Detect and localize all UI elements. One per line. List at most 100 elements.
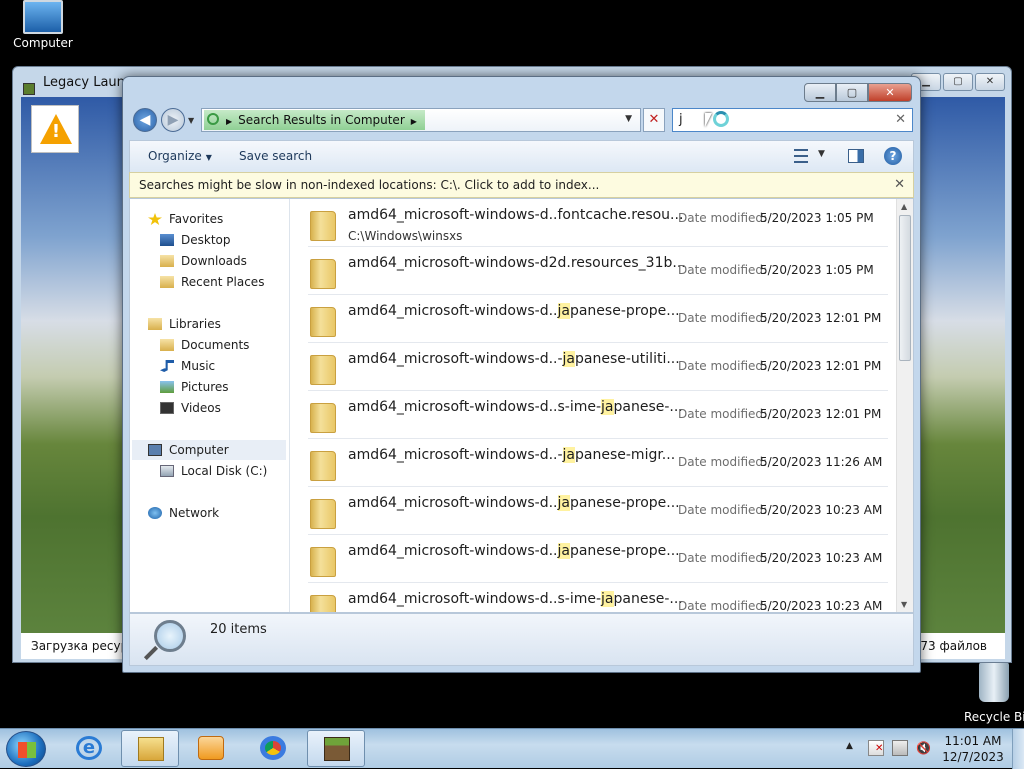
computer-icon bbox=[148, 444, 162, 456]
show-desktop-button[interactable] bbox=[1012, 729, 1024, 769]
clear-search-icon[interactable]: ✕ bbox=[895, 109, 906, 131]
folder-icon bbox=[310, 595, 336, 612]
folder-icon bbox=[310, 259, 336, 289]
date-modified-label: Date modified: bbox=[678, 311, 768, 325]
result-row[interactable]: amd64_microsoft-windows-d..japanese-prop… bbox=[308, 535, 888, 583]
date-modified-label: Date modified: bbox=[678, 599, 768, 612]
recycle-bin-label: Recycle Bin bbox=[964, 710, 1024, 724]
launcher-app-icon bbox=[23, 83, 35, 95]
start-button[interactable] bbox=[6, 731, 46, 767]
search-results-list: amd64_microsoft-windows-d..fontcache.res… bbox=[308, 199, 888, 612]
minecraft-icon bbox=[324, 737, 350, 761]
result-row[interactable]: amd64_microsoft-windows-d..fontcache.res… bbox=[308, 199, 888, 247]
desktop-recycle-bin[interactable]: Recycle Bin bbox=[964, 662, 1024, 724]
result-row[interactable]: amd64_microsoft-windows-d..s-ime-japanes… bbox=[308, 391, 888, 439]
nav-libraries[interactable]: Libraries bbox=[148, 314, 221, 334]
stop-search-button[interactable]: ✕ bbox=[643, 108, 665, 132]
date-modified-value: 5/20/2023 10:23 AM bbox=[760, 503, 883, 517]
taskbar-internet-explorer[interactable]: e bbox=[60, 730, 118, 767]
view-dropdown-icon[interactable]: ▼ bbox=[818, 149, 825, 159]
action-center-icon[interactable] bbox=[868, 740, 884, 756]
scroll-thumb[interactable] bbox=[899, 215, 911, 361]
date-modified-value: 5/20/2023 12:01 PM bbox=[760, 359, 882, 373]
taskbar-media-player[interactable] bbox=[182, 730, 240, 767]
taskbar-windows-explorer[interactable] bbox=[121, 730, 179, 767]
result-row[interactable]: amd64_microsoft-windows-d..s-ime-japanes… bbox=[308, 583, 888, 612]
nav-pictures[interactable]: Pictures bbox=[160, 377, 229, 397]
nav-documents[interactable]: Documents bbox=[160, 335, 249, 355]
nav-music[interactable]: Music bbox=[160, 356, 215, 376]
result-row[interactable]: amd64_microsoft-windows-d..-japanese-mig… bbox=[308, 439, 888, 487]
help-icon[interactable]: ? bbox=[884, 147, 902, 165]
minimize-button[interactable]: ▁ bbox=[804, 83, 836, 102]
nav-desktop[interactable]: Desktop bbox=[160, 230, 231, 250]
result-row[interactable]: amd64_microsoft-windows-d2d.resources_31… bbox=[308, 247, 888, 295]
item-count: 20 items bbox=[210, 622, 267, 637]
date-modified-label: Date modified: bbox=[678, 503, 768, 517]
change-view-icon[interactable] bbox=[794, 149, 808, 163]
close-button[interactable]: ✕ bbox=[868, 83, 912, 102]
documents-icon bbox=[160, 339, 174, 351]
close-info-bar-icon[interactable]: ✕ bbox=[894, 173, 905, 197]
nav-computer[interactable]: Computer bbox=[132, 440, 286, 460]
nav-local-disk[interactable]: Local Disk (C:) bbox=[160, 461, 267, 481]
vertical-scrollbar[interactable]: ▲ ▼ bbox=[896, 199, 913, 612]
busy-spinner-icon bbox=[713, 111, 729, 127]
index-info-bar[interactable]: Searches might be slow in non-indexed lo… bbox=[129, 172, 914, 198]
desktop-computer-icon[interactable]: Computer bbox=[10, 0, 76, 50]
star-icon bbox=[148, 213, 162, 225]
organize-button[interactable]: Organize ▼ bbox=[148, 149, 212, 163]
save-search-button[interactable]: Save search bbox=[239, 149, 312, 163]
search-input[interactable]: j ✕ bbox=[672, 108, 913, 132]
address-dropdown-icon[interactable]: ▼ bbox=[625, 114, 632, 124]
date-modified-value: 5/20/2023 10:23 AM bbox=[760, 551, 883, 565]
folder-icon bbox=[310, 307, 336, 337]
maximize-button[interactable]: ▢ bbox=[836, 83, 868, 102]
pictures-icon bbox=[160, 381, 174, 393]
launcher-close-button[interactable]: ✕ bbox=[975, 73, 1005, 91]
computer-icon bbox=[23, 0, 63, 34]
forward-button[interactable]: ▶ bbox=[161, 108, 185, 132]
nav-favorites[interactable]: Favorites bbox=[148, 209, 223, 229]
nav-recent-places[interactable]: Recent Places bbox=[160, 272, 264, 292]
folder-icon bbox=[310, 211, 336, 241]
network-status-icon[interactable] bbox=[892, 740, 908, 756]
breadcrumb-arrow-icon[interactable]: ▶ bbox=[411, 117, 417, 126]
result-name: amd64_microsoft-windows-d..japanese-prop… bbox=[348, 543, 680, 559]
result-name: amd64_microsoft-windows-d..japanese-prop… bbox=[348, 303, 680, 319]
launcher-warning[interactable]: ! bbox=[31, 105, 79, 153]
breadcrumb-arrow-icon[interactable]: ▶ bbox=[226, 117, 232, 126]
folder-icon bbox=[310, 355, 336, 385]
result-name: amd64_microsoft-windows-d..-japanese-uti… bbox=[348, 351, 680, 367]
nav-network[interactable]: Network bbox=[148, 503, 219, 523]
show-hidden-icons-icon[interactable]: ▲ bbox=[846, 741, 853, 751]
preview-pane-icon[interactable] bbox=[848, 149, 864, 163]
details-pane: 20 items bbox=[129, 613, 914, 666]
back-button[interactable]: ◀ bbox=[133, 108, 157, 132]
nav-downloads[interactable]: Downloads bbox=[160, 251, 247, 271]
clock[interactable]: 11:01 AM 12/7/2023 bbox=[938, 733, 1008, 765]
mouse-cursor-icon bbox=[705, 113, 712, 127]
result-row[interactable]: amd64_microsoft-windows-d..japanese-prop… bbox=[308, 487, 888, 535]
volume-muted-icon[interactable]: 🔇 bbox=[916, 740, 932, 756]
scroll-up-icon[interactable]: ▲ bbox=[901, 202, 907, 211]
result-name: amd64_microsoft-windows-d..japanese-prop… bbox=[348, 495, 680, 511]
result-row[interactable]: amd64_microsoft-windows-d..japanese-prop… bbox=[308, 295, 888, 343]
explorer-window[interactable]: ▁ ▢ ✕ ◀ ▶ ▼ ▶ Search Results in Computer ▶… bbox=[122, 76, 921, 673]
launcher-maximize-button[interactable]: ▢ bbox=[943, 73, 973, 91]
nav-videos[interactable]: Videos bbox=[160, 398, 221, 418]
address-bar[interactable]: ▶ Search Results in Computer ▶ ▼ bbox=[201, 108, 641, 132]
result-row[interactable]: amd64_microsoft-windows-d..-japanese-uti… bbox=[308, 343, 888, 391]
taskbar-minecraft-launcher[interactable] bbox=[307, 730, 365, 767]
navigation-pane: Favorites Desktop Downloads Recent Place… bbox=[130, 199, 290, 612]
date-modified-value: 5/20/2023 11:26 AM bbox=[760, 455, 883, 469]
breadcrumb[interactable]: ▶ Search Results in Computer ▶ bbox=[204, 110, 425, 130]
launcher-window-controls: ▁ ▢ ✕ bbox=[911, 73, 1005, 91]
scroll-down-icon[interactable]: ▼ bbox=[901, 600, 907, 609]
search-icon bbox=[154, 620, 186, 652]
network-icon bbox=[148, 507, 162, 519]
chrome-icon bbox=[260, 736, 286, 760]
media-player-icon bbox=[198, 736, 224, 760]
recent-pages-dropdown[interactable]: ▼ bbox=[188, 116, 194, 125]
taskbar-chrome[interactable] bbox=[244, 730, 302, 767]
